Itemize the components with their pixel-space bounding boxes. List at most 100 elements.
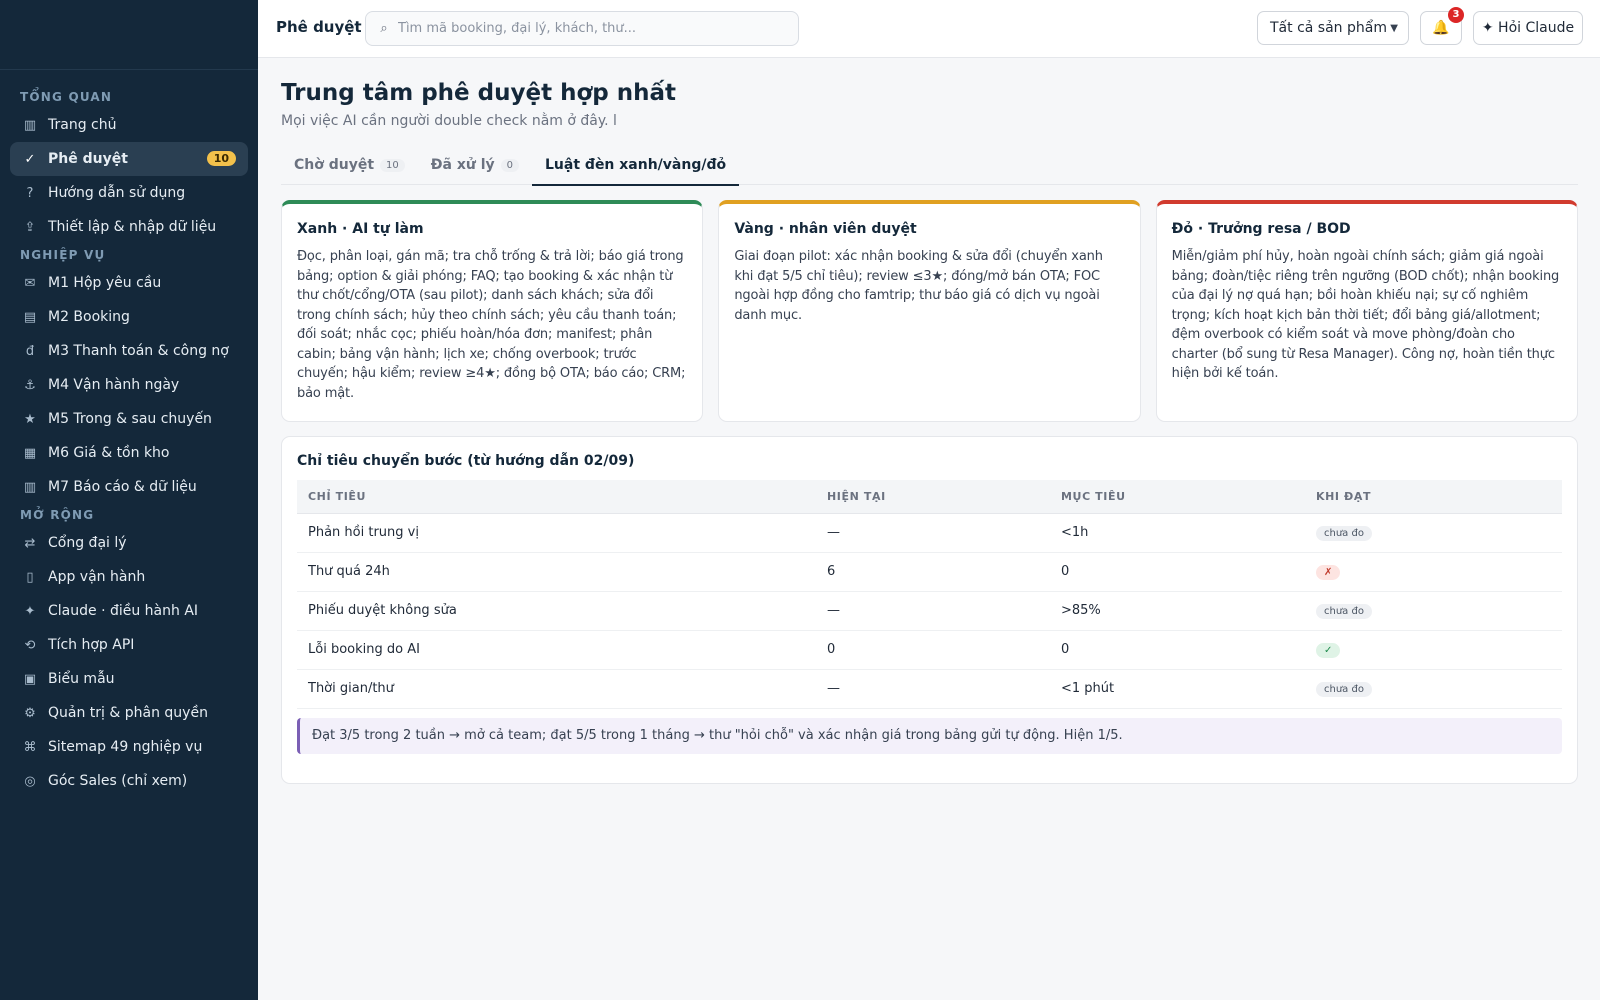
metric-status-cell: chưa đo [1305, 513, 1562, 553]
tab-processed[interactable]: Đã xử lý 0 [418, 145, 532, 185]
metric-target: <1h [1050, 513, 1305, 553]
tab-label: Đã xử lý [430, 157, 495, 173]
sidebar-item-label: M4 Vận hành ngày [48, 377, 180, 393]
status-badge: ✗ [1316, 564, 1341, 580]
metric-current: 0 [816, 630, 1050, 670]
tab-count-badge: 10 [380, 158, 405, 172]
sidebar-item-label: Quản trị & phân quyền [48, 705, 208, 721]
sidebar-item-label: Phê duyệt [48, 151, 128, 167]
chart-icon: ▥ [23, 479, 37, 495]
column-header: HIỆN TẠI [816, 480, 1050, 514]
rule-card-green: Xanh · AI tự làm Đọc, phân loại, gán mã;… [281, 200, 704, 422]
sidebar-item-m6-pricing[interactable]: ▦ M6 Giá & tồn kho [10, 436, 248, 470]
eye-icon: ◎ [24, 773, 36, 789]
tab-label: Chờ duyệt [294, 157, 375, 173]
metric-status-cell: ✗ [1305, 552, 1562, 592]
metric-status-cell: chưa đo [1305, 669, 1562, 709]
column-header: MỤC TIÊU [1050, 480, 1305, 514]
rule-card-title: Xanh · AI tự làm [297, 221, 424, 237]
sidebar-item-m4-daily-ops[interactable]: ⚓ M4 Vận hành ngày [10, 368, 248, 402]
rule-card-body: Miễn/giảm phí hủy, hoàn ngoài chính sách… [1171, 249, 1560, 381]
sidebar-item-label: Góc Sales (chỉ xem) [48, 773, 188, 789]
column-header: CHỈ TIÊU [297, 480, 816, 514]
sidebar-section-overview: TỔNG QUAN ▥ Trang chủ ✓ Phê duyệt 10 ? H… [0, 86, 258, 244]
sidebar-item-agent-portal[interactable]: ⇄ Cổng đại lý [10, 526, 248, 560]
metric-current: 6 [816, 552, 1050, 592]
sidebar-item-approvals[interactable]: ✓ Phê duyệt 10 [10, 142, 248, 176]
page-title: Trung tâm phê duyệt hợp nhất [281, 80, 676, 106]
gear-icon: ⚙ [24, 705, 36, 721]
sync-icon: ⟲ [24, 637, 36, 653]
search-box[interactable]: ⌕ [365, 11, 799, 46]
sidebar-item-label: Thiết lập & nhập dữ liệu [48, 219, 217, 235]
sidebar-item-sitemap[interactable]: ⌘ Sitemap 49 nghiệp vụ [10, 730, 248, 764]
sidebar-item-m3-payments[interactable]: đ M3 Thanh toán & công nợ [10, 334, 248, 368]
sidebar-item-label: M2 Booking [48, 309, 130, 325]
sidebar-item-label: Claude · điều hành AI [48, 603, 199, 619]
help-icon: ? [26, 185, 34, 201]
sidebar-item-m2-booking[interactable]: ▤ M2 Booking [10, 300, 248, 334]
search-icon: ⌕ [380, 21, 388, 36]
command-icon: ⌘ [23, 739, 37, 755]
sidebar-item-setup-import[interactable]: ⇪ Thiết lập & nhập dữ liệu [10, 210, 248, 244]
sidebar-item-forms[interactable]: ▣ Biểu mẫu [10, 662, 248, 696]
status-badge: ✓ [1316, 642, 1341, 658]
sidebar-item-sales-corner[interactable]: ◎ Góc Sales (chỉ xem) [10, 764, 248, 798]
sidebar-item-admin[interactable]: ⚙ Quản trị & phân quyền [10, 696, 248, 730]
table-row: Phiếu duyệt không sửa — >85% chưa đo [297, 591, 1562, 631]
rule-card-yellow: Vàng · nhân viên duyệt Giai đoạn pilot: … [718, 200, 1141, 422]
targets-table: CHỈ TIÊU HIỆN TẠI MỤC TIÊU KHI ĐẠT Phản … [297, 480, 1562, 709]
sidebar-item-m5-trip[interactable]: ★ M5 Trong & sau chuyến [10, 402, 248, 436]
sidebar-item-home[interactable]: ▥ Trang chủ [10, 108, 248, 142]
topbar-title: Phê duyệt [276, 18, 362, 36]
product-select[interactable]: Tất cả sản phẩm ▼ [1257, 11, 1409, 45]
metric-name: Phản hồi trung vị [297, 513, 816, 553]
sidebar-item-api[interactable]: ⟲ Tích hợp API [10, 628, 248, 662]
sidebar-item-label: Hướng dẫn sử dụng [48, 185, 186, 201]
status-badge: chưa đo [1316, 525, 1372, 541]
ask-claude-button[interactable]: ✦ Hỏi Claude [1473, 11, 1583, 45]
transition-targets-panel: Chỉ tiêu chuyển bước (từ hướng dẫn 02/09… [281, 436, 1578, 784]
tab-bar: Chờ duyệt 10 Đã xử lý 0 Luật đèn xanh/và… [281, 145, 1578, 186]
tab-pending[interactable]: Chờ duyệt 10 [281, 145, 418, 185]
sidebar-section-title: NGHIỆP VỤ [20, 248, 106, 262]
search-input[interactable] [398, 21, 788, 36]
sidebar-section-title: TỔNG QUAN [20, 90, 113, 104]
metric-status-cell: ✓ [1305, 630, 1562, 670]
status-badge: chưa đo [1316, 681, 1372, 697]
sidebar-item-m7-reports[interactable]: ▥ M7 Báo cáo & dữ liệu [10, 470, 248, 504]
metric-name: Thư quá 24h [297, 552, 816, 592]
bell-icon: 🔔 [1432, 20, 1450, 36]
sidebar-item-m1-inbox[interactable]: ✉ M1 Hộp yêu cầu [10, 266, 248, 300]
sidebar-item-claude-ai[interactable]: ✦ Claude · điều hành AI [10, 594, 248, 628]
tab-traffic-light-rules[interactable]: Luật đèn xanh/vàng/đỏ [532, 145, 740, 186]
sidebar-item-label: App vận hành [48, 569, 146, 585]
table-row: Phản hồi trung vị — <1h chưa đo [297, 513, 1562, 553]
currency-icon: đ [25, 343, 35, 359]
rule-cards: Xanh · AI tự làm Đọc, phân loại, gán mã;… [281, 200, 1578, 422]
notifications-button[interactable]: 🔔 3 [1420, 7, 1464, 45]
metric-current: — [816, 591, 1050, 631]
mobile-icon: ▯ [26, 569, 34, 585]
metric-target: 0 [1050, 630, 1305, 670]
form-icon: ▣ [23, 671, 37, 687]
sidebar-item-label: Trang chủ [48, 117, 117, 133]
tab-label: Luật đèn xanh/vàng/đỏ [545, 157, 727, 173]
tab-count-badge: 0 [500, 158, 520, 172]
sidebar-item-label: M1 Hộp yêu cầu [48, 275, 162, 291]
table-header-row: CHỈ TIÊU HIỆN TẠI MỤC TIÊU KHI ĐẠT [297, 480, 1562, 514]
metric-name: Lỗi booking do AI [297, 630, 816, 670]
metric-status-cell: chưa đo [1305, 591, 1562, 631]
sidebar-item-user-guide[interactable]: ? Hướng dẫn sử dụng [10, 176, 248, 210]
product-select-value: Tất cả sản phẩm [1270, 20, 1387, 36]
metric-current: — [816, 669, 1050, 709]
sidebar-item-label: M3 Thanh toán & công nợ [48, 343, 229, 359]
table-row: Lỗi booking do AI 0 0 ✓ [297, 630, 1562, 670]
chevron-down-icon: ▼ [1390, 22, 1398, 34]
upload-icon: ⇪ [24, 219, 36, 235]
sidebar-item-ops-app[interactable]: ▯ App vận hành [10, 560, 248, 594]
metric-target: <1 phút [1050, 669, 1305, 709]
top-bar: Phê duyệt ⌕ Tất cả sản phẩm ▼ 🔔 3 ✦ Hỏi … [258, 0, 1600, 58]
sidebar-item-label: Cổng đại lý [48, 535, 127, 551]
sidebar-item-label: M7 Báo cáo & dữ liệu [48, 479, 197, 495]
